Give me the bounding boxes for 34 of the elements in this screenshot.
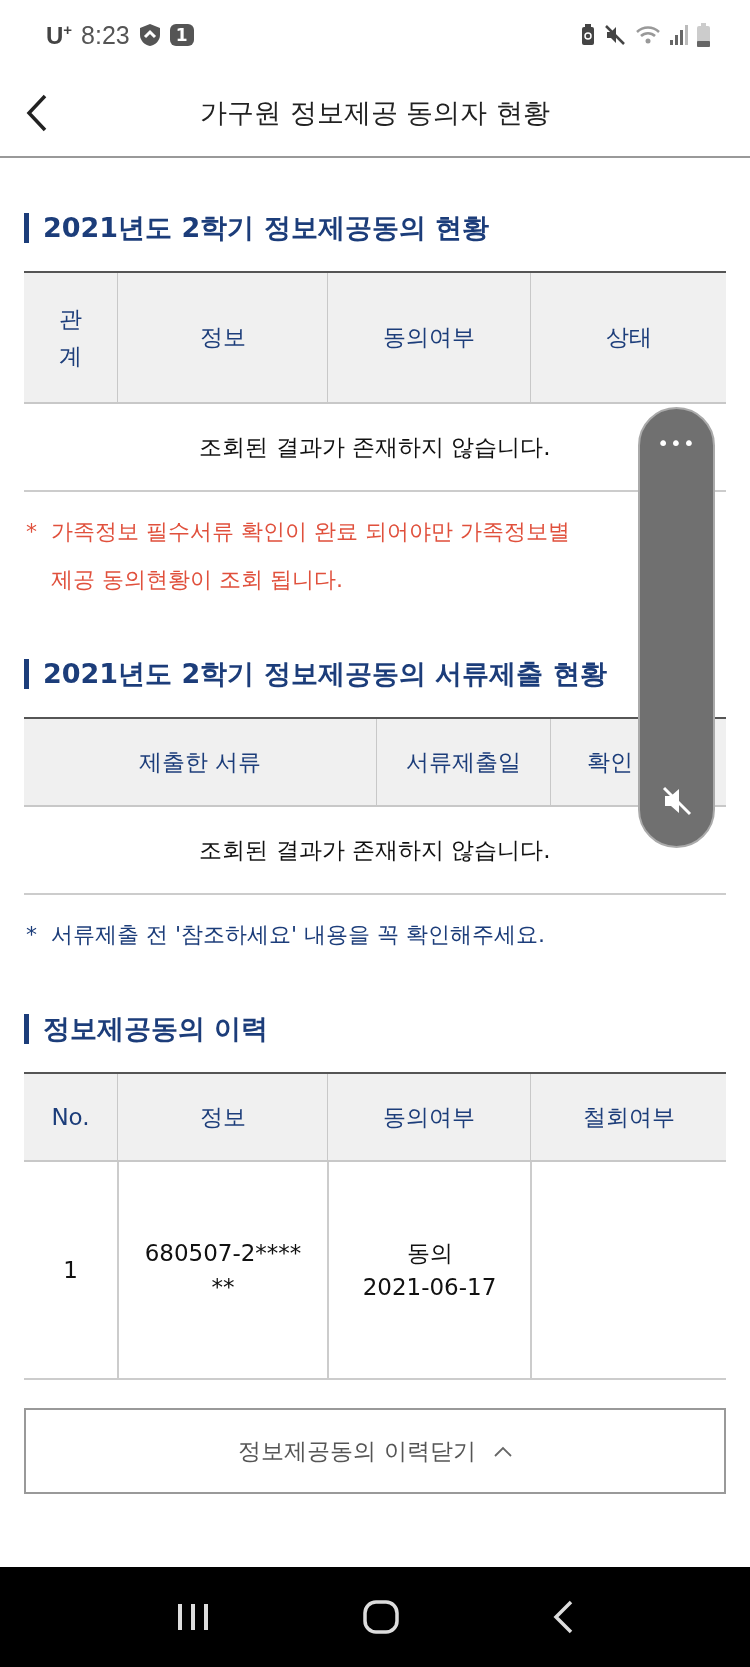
column-header: 정보 — [117, 1074, 327, 1162]
column-header: No. — [24, 1074, 117, 1162]
battery-saver-icon — [581, 24, 595, 46]
column-header: 철회여부 — [530, 1074, 726, 1162]
column-header: 서류제출일 — [376, 719, 550, 807]
column-header: 상태 — [530, 273, 726, 404]
notification-badge: 1 — [169, 24, 194, 46]
section-title: 정보제공동의 이력 — [24, 1014, 726, 1044]
column-header: 정보 — [117, 273, 327, 404]
recent-apps-icon[interactable] — [176, 1602, 210, 1632]
column-header: 동의여부 — [327, 1074, 530, 1162]
table-cell: 1 — [24, 1162, 117, 1380]
clock-time: 8:23 — [81, 20, 130, 50]
column-header: 제출한 서류 — [24, 719, 376, 807]
table-cell: 680507-2**** ** — [117, 1162, 327, 1380]
close-history-button[interactable]: 정보제공동의 이력닫기 — [24, 1408, 726, 1494]
note-text: * 서류제출 전 '참조하세요' 내용을 꼭 확인해주세요. — [25, 921, 547, 949]
table-cell: 동의 2021-06-17 — [327, 1162, 530, 1380]
wifi-icon — [635, 24, 661, 46]
column-header: 동의여부 — [327, 273, 530, 404]
mute-icon — [604, 24, 626, 46]
signal-icon — [670, 25, 688, 45]
page-title: 가구원 정보제공 동의자 현황 — [200, 96, 550, 130]
note-text: * 가족정보 필수서류 확인이 완료 되어야만 가족정보별 제공 동의현황이 조회 됩니다. — [25, 518, 571, 594]
more-menu[interactable]: ••• — [657, 431, 696, 455]
floating-volume-widget[interactable]: ••• — [638, 407, 715, 848]
chevron-icon — [493, 1445, 512, 1457]
back-icon[interactable] — [26, 94, 48, 132]
section-title: 2021년도 2학기 정보제공동의 현황 — [24, 213, 726, 243]
battery-icon — [697, 23, 710, 47]
carrier-label: U$^{+}$ — [46, 20, 73, 50]
shield-icon — [138, 23, 161, 47]
home-icon[interactable] — [362, 1599, 400, 1635]
column-header: 관계 — [24, 273, 117, 404]
